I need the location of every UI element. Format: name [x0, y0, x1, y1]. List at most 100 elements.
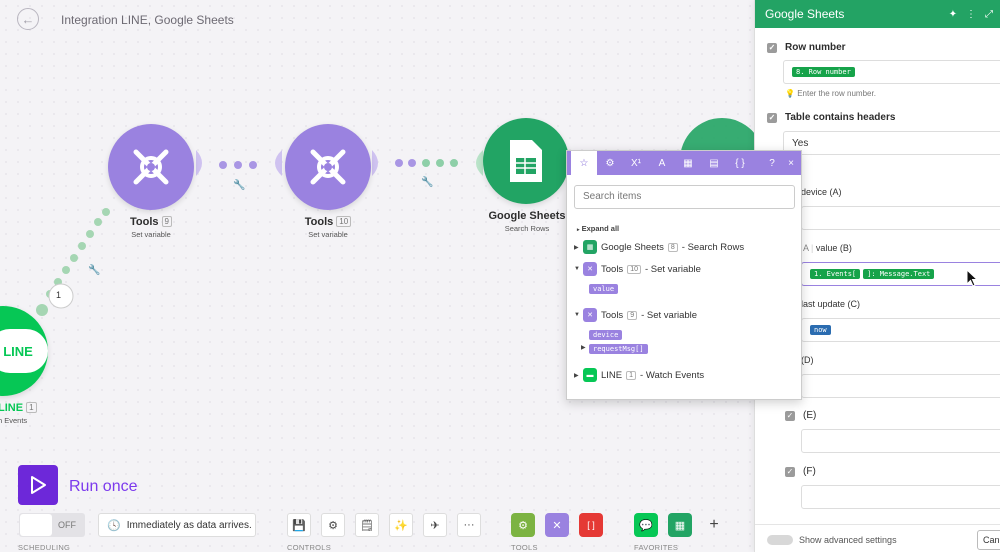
row-number-field[interactable]: 8. Row number: [783, 60, 1000, 84]
scheduling-section-label: SCHEDULING: [18, 543, 71, 552]
save-icon[interactable]: 💾: [287, 513, 311, 537]
toggle-switch[interactable]: [767, 535, 793, 545]
checkbox-icon[interactable]: ✓: [785, 410, 795, 421]
mapped-pill[interactable]: 8. Row number: [792, 67, 855, 77]
panel-title: Google Sheets: [765, 7, 845, 21]
note-icon[interactable]: 🗒: [355, 513, 379, 537]
column-e-field[interactable]: [801, 429, 1000, 453]
panel-header: Google Sheets ✦ ⋮ ⤢: [755, 0, 1000, 28]
chat-bubble-icon: ▬: [583, 368, 597, 382]
star-icon[interactable]: ☆: [571, 151, 597, 175]
tree-item-tools-10[interactable]: ▼ ✕ Tools 10- Set variable: [574, 262, 701, 276]
gear-icon[interactable]: ⚙: [597, 151, 623, 175]
schedule-setting[interactable]: 🕓 Immediately as data arrives.: [98, 513, 256, 537]
expand-all-link[interactable]: ▸ Expand all: [577, 224, 619, 233]
column-c-label: last update (C): [801, 299, 861, 309]
mapping-item-device[interactable]: device: [589, 330, 623, 340]
add-icon[interactable]: +: [702, 513, 726, 537]
column-a-label: device (A): [801, 187, 842, 197]
module-line[interactable]: LINE LINE 1 h Events: [0, 306, 48, 425]
link-tools10-sheets: [372, 150, 483, 176]
module-google-sheets[interactable]: Google Sheets Search Rows: [483, 118, 571, 233]
row-number-label: ✓ Row number: [767, 42, 846, 53]
calendar-icon[interactable]: ▦: [675, 151, 701, 175]
airplane-icon[interactable]: ✈: [423, 513, 447, 537]
route-count: 1: [56, 290, 62, 300]
clock-icon: 🕓: [107, 519, 121, 532]
mapped-pill[interactable]: 1. Events[: [810, 269, 861, 279]
tree-item-google-sheets[interactable]: ▶ ▦ Google Sheets 8- Search Rows: [574, 240, 744, 254]
column-b-label: A | value (B): [803, 243, 852, 253]
more-icon[interactable]: ···: [457, 513, 481, 537]
caret-down-icon: ▼: [574, 266, 580, 272]
mapping-item-value[interactable]: value: [589, 284, 619, 294]
sparkle-icon[interactable]: ✦: [946, 9, 960, 20]
column-c-field[interactable]: now: [801, 318, 1000, 342]
line-app-icon[interactable]: 💬: [634, 513, 658, 537]
mapping-panel: ☆ ⚙ X¹ A ▦ ▤ { } ? × Search items ▸ Expa…: [566, 150, 802, 400]
flow-control-icon[interactable]: ⚙: [511, 513, 535, 537]
help-icon[interactable]: ?: [763, 151, 781, 175]
search-input[interactable]: Search items: [574, 185, 795, 209]
caret-right-icon[interactable]: ▶: [581, 344, 586, 351]
text-icon[interactable]: A: [649, 151, 675, 175]
column-a-field[interactable]: [801, 206, 1000, 230]
more-vertical-icon[interactable]: ⋮: [964, 9, 978, 20]
google-sheets-app-icon[interactable]: ▦: [668, 513, 692, 537]
caret-right-icon: ▶: [574, 244, 579, 251]
tree-item-tools-9[interactable]: ▼ ✕ Tools 9- Set variable: [574, 308, 697, 322]
checkbox-icon[interactable]: ✓: [767, 42, 777, 53]
column-f-label: ✓ (F): [785, 466, 816, 477]
column-d-field[interactable]: [801, 374, 1000, 398]
table-headers-label: ✓ Table contains headers: [767, 112, 896, 123]
column-d-label: (D): [801, 355, 814, 365]
tree-item-line[interactable]: ▶ ▬ LINE 1- Watch Events: [574, 368, 704, 382]
panel-footer-divider: [755, 524, 1000, 525]
braces-icon[interactable]: { }: [727, 151, 753, 175]
chat-bubble-icon: LINE: [0, 306, 48, 396]
scheduling-switch[interactable]: OFF: [19, 513, 85, 537]
column-e-label: ✓ (E): [785, 410, 817, 421]
spreadsheet-icon: [483, 118, 569, 204]
column-f-field[interactable]: [801, 485, 1000, 509]
tools-icon[interactable]: ✕: [545, 513, 569, 537]
tools-icon: [285, 124, 371, 210]
tools-section-label: TOOLS: [511, 543, 538, 552]
mapping-tabs: ☆ ⚙ X¹ A ▦ ▤ { } ? ×: [567, 151, 801, 175]
wrench-icon[interactable]: 🔧: [421, 177, 433, 188]
mouse-cursor-icon: [966, 269, 978, 287]
table-headers-select[interactable]: Yes: [783, 131, 1000, 155]
text-parser-icon[interactable]: [ ]: [579, 513, 603, 537]
superscript-icon[interactable]: X¹: [623, 151, 649, 175]
favorites-section-label: FAVORITES: [634, 543, 679, 552]
caret-down-icon: ▼: [574, 312, 580, 318]
gear-icon[interactable]: ⚙: [321, 513, 345, 537]
checkbox-icon[interactable]: ✓: [767, 112, 777, 123]
magic-wand-icon[interactable]: ✨: [389, 513, 413, 537]
play-icon: [31, 476, 46, 494]
wrench-icon[interactable]: 🔧: [88, 265, 100, 276]
cancel-button[interactable]: Can: [977, 530, 1000, 550]
tools-icon: [108, 124, 194, 210]
module-tools-9[interactable]: Tools 9 Set variable: [96, 124, 206, 239]
module-tools-10[interactable]: Tools 10 Set variable: [273, 124, 383, 239]
run-once-label[interactable]: Run once: [69, 478, 138, 496]
controls-section-label: CONTROLS: [287, 543, 332, 552]
close-icon[interactable]: ×: [781, 151, 801, 175]
mapped-pill[interactable]: now: [810, 325, 831, 335]
row-number-hint: 💡 Enter the row number.: [785, 89, 876, 98]
tools-icon: ✕: [583, 262, 597, 276]
switch-knob: [20, 514, 52, 536]
expand-icon[interactable]: ⤢: [982, 9, 996, 20]
advanced-settings-toggle[interactable]: Show advanced settings: [767, 535, 897, 545]
run-once-button[interactable]: [18, 465, 58, 505]
mapped-pill[interactable]: ]: Message.Text: [863, 269, 935, 279]
link-tools9-tools10: [196, 150, 282, 176]
mapping-item-requestmsg[interactable]: requestMsg[]: [589, 344, 648, 354]
table-icon[interactable]: ▤: [701, 151, 727, 175]
tools-icon: ✕: [583, 308, 597, 322]
spreadsheet-icon: ▦: [583, 240, 597, 254]
wrench-icon[interactable]: 🔧: [233, 180, 245, 191]
checkbox-icon[interactable]: ✓: [785, 466, 795, 477]
caret-right-icon: ▶: [574, 372, 579, 379]
